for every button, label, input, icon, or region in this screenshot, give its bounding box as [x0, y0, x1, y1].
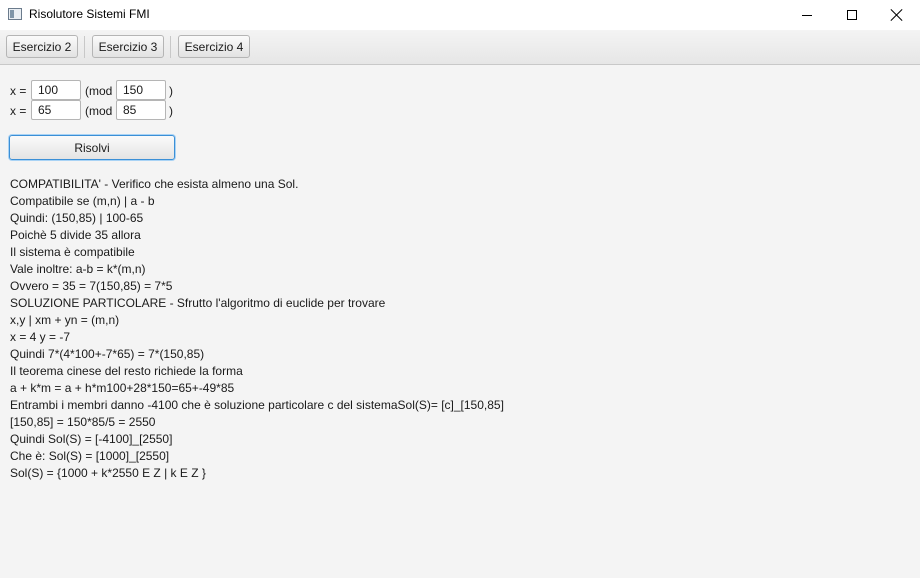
output-line: COMPATIBILITA' - Verifico che esista alm…	[10, 177, 299, 191]
toolbar-separator	[170, 36, 171, 58]
output-line: Che è: Sol(S) = [1000]_[2550]	[10, 449, 170, 463]
output-line: SOLUZIONE PARTICOLARE - Sfrutto l'algori…	[10, 296, 386, 310]
esercizio-4-button[interactable]: Esercizio 4	[178, 35, 250, 58]
close-button[interactable]	[874, 0, 920, 30]
title-bar: Risolutore Sistemi FMI	[0, 0, 920, 30]
maximize-icon	[847, 10, 857, 20]
output-line: Il teorema cinese del resto richiede la …	[10, 364, 243, 378]
x-label-1: x =	[10, 84, 27, 98]
close-paren-2: )	[169, 104, 173, 118]
risolvi-button[interactable]: Risolvi	[9, 135, 175, 160]
toolbar: Esercizio 2 Esercizio 3 Esercizio 4	[0, 30, 920, 65]
minimize-icon	[802, 14, 812, 16]
a1-input[interactable]	[31, 80, 81, 100]
toolbar-separator	[84, 36, 85, 58]
output-line: Quindi 7*(4*100+-7*65) = 7*(150,85)	[10, 347, 205, 361]
app-icon	[8, 8, 22, 20]
output-line: Compatibile se (m,n) | a - b	[10, 194, 155, 208]
output-line: Vale inoltre: a-b = k*(m,n)	[10, 262, 146, 276]
x-label-2: x =	[10, 104, 27, 118]
output-line: x,y | xm + yn = (m,n)	[10, 313, 120, 327]
output-line: [150,85] = 150*85/5 = 2550	[10, 415, 156, 429]
m1-input[interactable]	[116, 80, 166, 100]
output-line: Ovvero = 35 = 7(150,85) = 7*5	[10, 279, 173, 293]
output-line: Quindi Sol(S) = [-4100]_[2550]	[10, 432, 173, 446]
maximize-button[interactable]	[829, 0, 875, 30]
esercizio-3-button[interactable]: Esercizio 3	[92, 35, 164, 58]
output-line: Il sistema è compatibile	[10, 245, 135, 259]
a2-input[interactable]	[31, 100, 81, 120]
close-paren-1: )	[169, 84, 173, 98]
output-line: a + k*m = a + h*m100+28*150=65+-49*85	[10, 381, 235, 395]
output-line: Quindi: (150,85) | 100-65	[10, 211, 144, 225]
window-title: Risolutore Sistemi FMI	[29, 7, 150, 21]
mod-label-1: (mod	[85, 84, 113, 98]
output-line: Poichè 5 divide 35 allora	[10, 228, 141, 242]
esercizio-2-button[interactable]: Esercizio 2	[6, 35, 78, 58]
output-line: x = 4 y = -7	[10, 330, 71, 344]
mod-label-2: (mod	[85, 104, 113, 118]
output-line: Sol(S) = {1000 + k*2550 E Z | k E Z }	[10, 466, 206, 480]
output-line: Entrambi i membri danno -4100 che è solu…	[10, 398, 504, 412]
m2-input[interactable]	[116, 100, 166, 120]
solution-output: COMPATIBILITA' - Verifico che esista alm…	[10, 176, 910, 482]
minimize-button[interactable]	[784, 0, 830, 30]
close-icon	[891, 9, 903, 21]
